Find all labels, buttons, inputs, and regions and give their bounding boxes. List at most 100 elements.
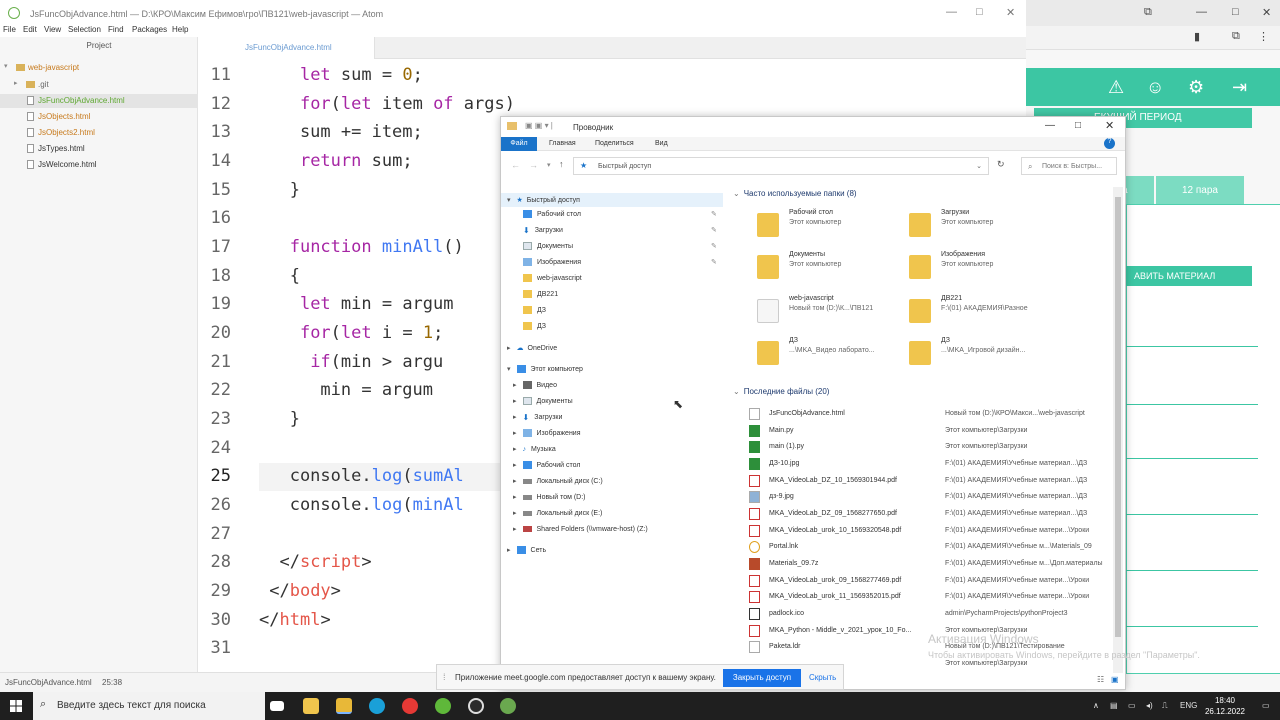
frequent-folder-tile[interactable]: ДЗ ...\MKA_Игровой дизайн... bbox=[909, 337, 1059, 373]
frequent-folder-tile[interactable]: Изображения Этот компьютер bbox=[909, 251, 1059, 287]
nav-onedrive[interactable]: ▸ ☁ OneDrive bbox=[507, 344, 557, 352]
scrollbar-thumb[interactable] bbox=[1115, 197, 1121, 637]
nav-pc-downloads[interactable]: ▸ ⬇ Загрузки bbox=[513, 413, 562, 422]
recent-file-row[interactable]: main (1).py Этот компьютер\Загрузки bbox=[749, 440, 1119, 456]
recent-file-row[interactable]: ДЗ-10.jpg F:\(01) АКАДЕМИЯ\Учебные матери… bbox=[749, 457, 1119, 473]
drag-handle-icon[interactable]: ⁞ bbox=[443, 672, 446, 682]
nav-downloads[interactable]: ⬇ Загрузки ✎ bbox=[523, 226, 719, 235]
quick-access-toolbar-icon[interactable]: ▣ ▣ ▾ | bbox=[525, 121, 553, 130]
logout-icon[interactable]: ⇥ bbox=[1232, 77, 1247, 98]
explorer-scrollbar[interactable] bbox=[1113, 187, 1123, 673]
menu-find[interactable]: Find bbox=[108, 25, 124, 34]
smiley-icon[interactable]: ☺ bbox=[1146, 77, 1164, 98]
nav-drive-z[interactable]: ▸ Shared Folders (\\vmware-host) (Z:) bbox=[513, 525, 648, 533]
task-view-icon[interactable] bbox=[270, 701, 284, 711]
tree-item-jsobjects[interactable]: JsObjects.html bbox=[0, 110, 198, 124]
tree-item-jsobjects2[interactable]: JsObjects2.html bbox=[0, 126, 198, 140]
menu-help[interactable]: Help bbox=[172, 25, 188, 34]
nav-video[interactable]: ▸ Видео bbox=[513, 381, 557, 390]
recent-file-row[interactable]: MKA_VideoLab_urok_10_1569320548.pdf F:\(0… bbox=[749, 524, 1119, 540]
up-arrow-icon[interactable]: ↑ bbox=[559, 159, 564, 169]
hide-share-bar-button[interactable]: Скрыть bbox=[809, 673, 836, 682]
frequent-folder-tile[interactable]: ДЗ ...\MKA_Видео лаборато... bbox=[757, 337, 907, 373]
recent-file-row[interactable]: Materials_09.7z F:\(01) АКАДЕМИЯ\Учебные … bbox=[749, 557, 1119, 573]
restore-icon[interactable]: ⧉ bbox=[1144, 6, 1152, 19]
ribbon-tab-file[interactable]: Файл bbox=[501, 137, 537, 151]
recent-file-row[interactable]: MKA_VideoLab_urok_11_1569352015.pdf F:\(0… bbox=[749, 590, 1119, 606]
help-icon[interactable]: ? bbox=[1104, 138, 1115, 149]
ribbon-tab-view[interactable]: Вид bbox=[655, 140, 668, 147]
menu-file[interactable]: File bbox=[3, 25, 16, 34]
menu-icon[interactable]: ⋮ bbox=[1258, 30, 1269, 43]
nav-music[interactable]: ▸ ♪ Музыка bbox=[513, 445, 556, 453]
stop-sharing-button[interactable]: Закрыть доступ bbox=[723, 669, 801, 687]
tiles-view-icon[interactable]: ▣ bbox=[1111, 675, 1119, 684]
settings-icon[interactable]: ⚙ bbox=[1188, 77, 1204, 98]
menu-selection[interactable]: Selection bbox=[68, 25, 101, 34]
tree-item-jstypes[interactable]: JsTypes.html bbox=[0, 142, 198, 156]
ribbon-tab-home[interactable]: Главная bbox=[549, 140, 576, 147]
microphone-tray-icon[interactable]: ⎍ bbox=[1162, 701, 1168, 711]
battery-tray-icon[interactable]: ▭ bbox=[1128, 701, 1136, 710]
pin-icon[interactable]: ✎ bbox=[711, 242, 717, 250]
atom-app-icon[interactable] bbox=[435, 698, 451, 714]
recent-file-row[interactable]: дз-9.jpg F:\(01) АКАДЕМИЯ\Учебные материа… bbox=[749, 490, 1119, 506]
maximize-icon[interactable]: □ bbox=[1075, 120, 1081, 131]
status-cursor-position[interactable]: 25:38 bbox=[102, 678, 122, 687]
recent-file-row[interactable]: MKA_VideoLab_urok_09_1568277469.pdf F:\(0… bbox=[749, 574, 1119, 590]
nav-web-javascript[interactable]: web-javascript bbox=[523, 274, 582, 282]
frequent-folder-tile[interactable]: Документы Этот компьютер bbox=[757, 251, 907, 287]
recent-locations-icon[interactable]: ▾ bbox=[547, 161, 551, 169]
frequent-folders-header[interactable]: ⌄ Часто используемые папки (8) bbox=[733, 189, 857, 198]
nav-drive-e[interactable]: ▸ Локальный диск (E:) bbox=[513, 509, 602, 517]
recent-file-row[interactable]: JsFuncObjAdvance.html Новый том (D:)\КРО\… bbox=[749, 407, 1119, 423]
recent-file-row[interactable]: padlock.ico admin\PycharmProjects\pythonP… bbox=[749, 607, 1119, 623]
nav-this-pc[interactable]: ▾ Этот компьютер bbox=[507, 365, 583, 374]
pycharm-app-icon[interactable] bbox=[500, 698, 516, 714]
warning-icon[interactable]: ⚠ bbox=[1108, 77, 1124, 98]
frequent-folder-tile[interactable]: web-javascript Новый том (D:)\К...\ПВ121 bbox=[757, 295, 907, 331]
nav-drive-d[interactable]: ▸ Новый том (D:) bbox=[513, 493, 586, 501]
recent-file-row[interactable]: Portal.lnk F:\(01) АКАДЕМИЯ\Учебные м...\… bbox=[749, 540, 1119, 556]
pin-icon[interactable]: ✎ bbox=[711, 210, 717, 218]
file-explorer-active-icon[interactable] bbox=[336, 698, 352, 714]
maximize-icon[interactable]: □ bbox=[976, 6, 983, 18]
details-view-icon[interactable]: ☷ bbox=[1097, 675, 1104, 684]
minimize-icon[interactable]: — bbox=[1196, 6, 1207, 18]
volume-tray-icon[interactable]: ◂) bbox=[1146, 701, 1153, 710]
nav-pc-pictures[interactable]: ▸ Изображения bbox=[513, 429, 581, 438]
recent-files-header[interactable]: ⌄ Последние файлы (20) bbox=[733, 387, 829, 396]
add-material-button[interactable]: АВИТЬ МАТЕРИАЛ bbox=[1126, 266, 1252, 286]
forward-arrow-icon[interactable]: → bbox=[529, 160, 538, 170]
windows-start-icon[interactable] bbox=[10, 700, 22, 712]
ribbon-tab-share[interactable]: Поделиться bbox=[595, 140, 634, 147]
taskbar-search-input[interactable]: ⌕ Введите здесь текст для поиска bbox=[33, 692, 265, 720]
nav-drive-c[interactable]: ▸ Локальный диск (C:) bbox=[513, 477, 603, 485]
nav-documents[interactable]: Документы ✎ bbox=[523, 242, 719, 250]
tree-item-jsfuncobjadvance[interactable]: JsFuncObjAdvance.html bbox=[0, 94, 198, 108]
menu-view[interactable]: View bbox=[44, 25, 61, 34]
nav-dv221[interactable]: ДВ221 bbox=[523, 290, 558, 298]
recent-file-row[interactable]: MKA_VideoLab_DZ_10_1569301944.pdf F:\(01)… bbox=[749, 474, 1119, 490]
recent-file-row[interactable]: MKA_VideoLab_DZ_09_1568277650.pdf F:\(01)… bbox=[749, 507, 1119, 523]
bookmark-icon[interactable]: ▮ bbox=[1194, 30, 1200, 43]
nav-desktop[interactable]: Рабочий стол ✎ bbox=[523, 210, 719, 218]
extensions-icon[interactable]: ⧉ bbox=[1232, 30, 1240, 43]
tray-overflow-icon[interactable]: ∧ bbox=[1093, 701, 1099, 710]
tree-item-jswelcome[interactable]: JsWelcome.html bbox=[0, 158, 198, 172]
back-arrow-icon[interactable]: ← bbox=[511, 160, 520, 170]
maximize-icon[interactable]: □ bbox=[1232, 6, 1239, 18]
address-bar[interactable]: ★ Быстрый доступ ⌄ bbox=[573, 157, 989, 175]
nav-dz-1[interactable]: ДЗ bbox=[523, 306, 546, 314]
chevron-down-icon[interactable]: ⌄ bbox=[976, 162, 982, 170]
nav-dz-2[interactable]: ДЗ bbox=[523, 322, 546, 330]
file-explorer-icon[interactable] bbox=[303, 698, 319, 714]
refresh-icon[interactable]: ↻ bbox=[997, 159, 1005, 170]
nav-pc-documents[interactable]: ▸ Документы bbox=[513, 397, 573, 406]
frequent-folder-tile[interactable]: Рабочий стол Этот компьютер bbox=[757, 209, 907, 245]
tab-jsfuncobjadvance[interactable]: JsFuncObjAdvance.html bbox=[199, 37, 375, 59]
nav-pictures[interactable]: Изображения ✎ bbox=[523, 258, 719, 266]
nav-network[interactable]: ▸ Сеть bbox=[507, 546, 546, 555]
pin-icon[interactable]: ✎ bbox=[711, 258, 717, 266]
close-icon[interactable]: ✕ bbox=[1105, 119, 1114, 132]
